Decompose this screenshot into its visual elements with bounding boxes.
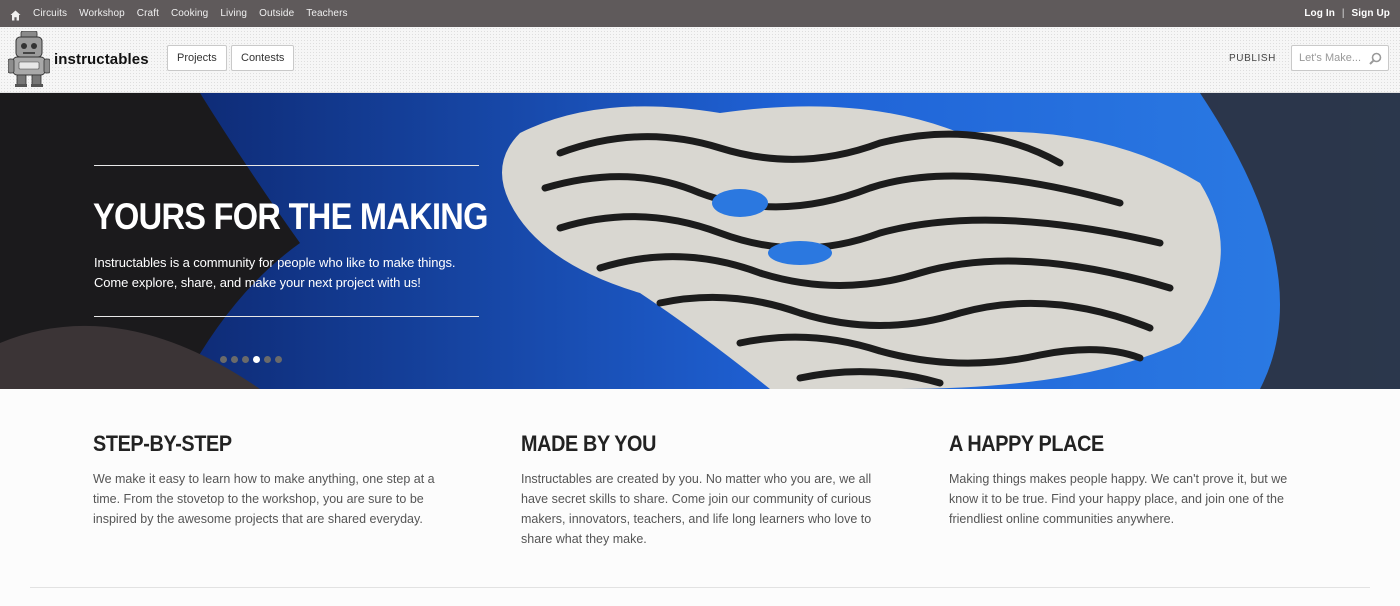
search-icon[interactable] xyxy=(1369,52,1382,65)
feature-text: We make it easy to learn how to make any… xyxy=(93,472,435,526)
category-craft[interactable]: Craft xyxy=(137,8,159,19)
hero-background-image xyxy=(0,93,1400,389)
signup-link[interactable]: Sign Up xyxy=(1352,8,1390,19)
hero-text-line1: Instructables is a community for people … xyxy=(94,255,456,270)
feature-made-by-you: MADE BY YOU Instructables are created by… xyxy=(521,431,881,549)
category-workshop[interactable]: Workshop xyxy=(79,8,125,19)
auth-links: Log In | Sign Up xyxy=(1304,8,1390,19)
projects-button[interactable]: Projects xyxy=(167,45,227,71)
publish-link[interactable]: PUBLISH xyxy=(1229,53,1276,64)
login-link[interactable]: Log In xyxy=(1304,8,1335,19)
feature-happy-place: A HAPPY PLACE Making things makes people… xyxy=(949,431,1309,529)
feature-title: STEP-BY-STEP xyxy=(93,431,232,456)
auth-separator: | xyxy=(1341,8,1345,19)
logo[interactable]: instructables xyxy=(8,31,149,87)
feature-step-by-step: STEP-BY-STEP We make it easy to learn ho… xyxy=(93,431,453,529)
feature-title: A HAPPY PLACE xyxy=(949,431,1104,456)
category-outside[interactable]: Outside xyxy=(259,8,294,19)
hero-title: YOURS FOR THE MAKING xyxy=(93,196,488,237)
category-teachers[interactable]: Teachers xyxy=(306,8,347,19)
search-input[interactable] xyxy=(1299,52,1365,64)
feature-title: MADE BY YOU xyxy=(521,431,657,456)
robot-mascot-icon xyxy=(8,31,50,87)
category-nav: Circuits Workshop Craft Cooking Living O… xyxy=(10,8,348,21)
brand-name: instructables xyxy=(54,50,149,68)
site-header: instructables Projects Contests PUBLISH xyxy=(0,27,1400,93)
hero-bottom-rule xyxy=(94,316,479,317)
feature-text: Making things makes people happy. We can… xyxy=(949,472,1288,526)
carousel-dot[interactable] xyxy=(264,356,271,363)
hero-banner: YOURS FOR THE MAKING Instructables is a … xyxy=(0,93,1400,389)
carousel-dot[interactable] xyxy=(220,356,227,363)
category-bar: Circuits Workshop Craft Cooking Living O… xyxy=(0,0,1400,27)
carousel-dot-active[interactable] xyxy=(253,356,260,363)
category-living[interactable]: Living xyxy=(220,8,247,19)
section-divider xyxy=(30,587,1370,588)
carousel-dots xyxy=(220,356,282,363)
category-circuits[interactable]: Circuits xyxy=(33,8,67,19)
home-icon[interactable] xyxy=(10,8,21,21)
search-box xyxy=(1291,45,1389,71)
category-cooking[interactable]: Cooking xyxy=(171,8,208,19)
hero-top-rule xyxy=(94,165,479,166)
hero-text-line2: Come explore, share, and make your next … xyxy=(94,275,421,290)
feature-text: Instructables are created by you. No mat… xyxy=(521,472,872,546)
features-section: STEP-BY-STEP We make it easy to learn ho… xyxy=(0,389,1400,606)
contests-button[interactable]: Contests xyxy=(231,45,295,71)
carousel-dot[interactable] xyxy=(242,356,249,363)
carousel-dot[interactable] xyxy=(231,356,238,363)
carousel-dot[interactable] xyxy=(275,356,282,363)
